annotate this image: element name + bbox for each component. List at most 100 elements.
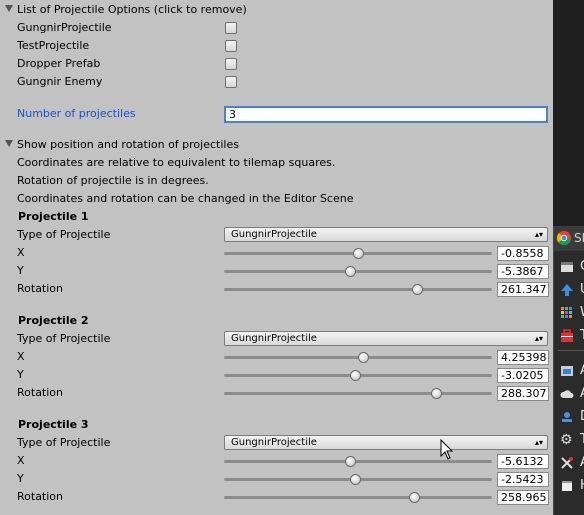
options-header: List of Projectile Options (click to rem…	[17, 3, 247, 16]
slider-thumb[interactable]	[350, 474, 362, 485]
show-header: Show position and rotation of projectile…	[17, 138, 239, 151]
projectile-2-type-dropdown[interactable]: GungnirProjectile ▴▾	[224, 331, 548, 346]
type-of-projectile-label: Type of Projectile	[17, 332, 111, 345]
projectile-1-x-slider[interactable]	[224, 248, 492, 259]
projectile-3-rotation-slider[interactable]	[224, 492, 492, 503]
menu-item-a-3[interactable]: A	[558, 453, 584, 473]
option-label-gungnir-enemy: Gungnir Enemy	[17, 75, 103, 88]
window-icon	[562, 481, 572, 491]
info-coordinates: Coordinates are relative to equivalent t…	[17, 156, 336, 169]
dropdown-value: GungnirProjectile	[231, 437, 317, 448]
options-foldout[interactable]: List of Projectile Options (click to rem…	[5, 3, 247, 16]
y-label: Y	[17, 472, 24, 485]
menu-divider	[558, 350, 584, 351]
tools-icon	[561, 457, 573, 469]
info-rotation: Rotation of projectile is in degrees.	[17, 174, 209, 187]
dropdown-arrows-icon: ▴▾	[534, 334, 543, 343]
slider-thumb[interactable]	[344, 266, 356, 277]
menu-item-a-2[interactable]: A	[558, 384, 584, 404]
slider-thumb[interactable]	[344, 456, 356, 467]
stamp-icon	[562, 412, 572, 422]
slider-thumb[interactable]	[350, 370, 362, 381]
projectile-3-y-slider[interactable]	[224, 474, 492, 485]
inspector-panel: List of Projectile Options (click to rem…	[0, 0, 553, 515]
projectile-2-title: Projectile 2	[18, 314, 89, 327]
projectile-3-y-field[interactable]: -2.5423	[497, 472, 549, 487]
menu-item-label: T	[580, 328, 584, 343]
option-label-dropper-prefab: Dropper Prefab	[17, 57, 101, 70]
slider-thumb[interactable]	[358, 352, 370, 363]
rotation-label: Rotation	[17, 282, 64, 295]
projectile-2-y-field[interactable]: -3.0205	[497, 368, 549, 383]
x-label: X	[17, 350, 25, 363]
projectile-2-x-slider[interactable]	[224, 352, 492, 363]
info-editor-scene: Coordinates and rotation can be changed …	[17, 192, 354, 205]
projectile-2-rotation-slider[interactable]	[224, 388, 492, 399]
menu-top-row[interactable]: SI	[554, 226, 584, 251]
slider-thumb[interactable]	[409, 492, 421, 503]
menu-item-t[interactable]: T	[558, 326, 584, 346]
menu-item-h[interactable]: H	[558, 476, 584, 496]
menu-item-label: A	[580, 363, 584, 378]
checkbox-gungnir-projectile[interactable]	[225, 22, 237, 34]
number-of-projectiles-label: Number of projectiles	[17, 107, 136, 120]
menu-item-label: A	[580, 386, 584, 401]
menu-item-a-1[interactable]: A	[558, 361, 584, 381]
menu-item-label: T	[580, 432, 584, 447]
projectile-1-y-field[interactable]: -5.3867	[497, 264, 549, 279]
menu-item-d[interactable]: D	[558, 407, 584, 427]
projectile-2-x-field[interactable]: 4.25398	[497, 350, 549, 365]
projectile-1-rotation-field[interactable]: 261.347	[497, 282, 549, 297]
number-of-projectiles-input[interactable]: 3	[224, 106, 548, 123]
context-menu: SI G U W T A A D ⚙ T A	[553, 226, 584, 515]
window-icon	[561, 262, 573, 272]
grid-icon	[561, 307, 572, 318]
arrow-up-icon	[561, 284, 573, 296]
projectile-3-x-field[interactable]: -5.6132	[497, 454, 549, 469]
mouse-cursor-icon	[440, 439, 454, 460]
chrome-icon	[556, 231, 571, 246]
y-label: Y	[17, 264, 24, 277]
checkbox-test-projectile[interactable]	[225, 40, 237, 52]
menu-item-u[interactable]: U	[558, 280, 584, 300]
menu-item-t-2[interactable]: ⚙ T	[558, 430, 584, 450]
projectile-2-rotation-field[interactable]: 288.307	[497, 386, 549, 401]
menu-item-label: A	[580, 455, 584, 470]
menu-item-g[interactable]: G	[558, 257, 584, 277]
menu-item-w[interactable]: W	[558, 303, 584, 323]
type-of-projectile-label: Type of Projectile	[17, 228, 111, 241]
projectile-1-x-field[interactable]: -0.8558	[497, 246, 549, 261]
dropdown-value: GungnirProjectile	[231, 333, 317, 344]
foldout-arrow-icon	[5, 140, 13, 147]
projectile-1-title: Projectile 1	[18, 210, 89, 223]
toolbox-icon	[561, 329, 573, 342]
menu-item-label: W	[580, 305, 584, 320]
dropdown-arrows-icon: ▴▾	[534, 438, 543, 447]
menu-item-label: H	[580, 478, 584, 493]
slider-thumb[interactable]	[430, 388, 442, 399]
projectile-2-y-slider[interactable]	[224, 370, 492, 381]
checkbox-dropper-prefab[interactable]	[225, 58, 237, 70]
x-label: X	[17, 246, 25, 259]
dropdown-arrows-icon: ▴▾	[534, 230, 543, 239]
option-label-gungnir-projectile: GungnirProjectile	[17, 21, 112, 34]
slider-thumb[interactable]	[353, 248, 364, 259]
gear-icon: ⚙	[560, 432, 573, 448]
menu-item-label: D	[580, 409, 584, 424]
projectile-1-type-dropdown[interactable]: GungnirProjectile ▴▾	[224, 227, 548, 242]
slider-thumb[interactable]	[411, 284, 423, 295]
menu-item-label: U	[580, 282, 584, 297]
projectile-3-rotation-field[interactable]: 258.965	[497, 490, 549, 505]
y-label: Y	[17, 368, 24, 381]
show-position-foldout[interactable]: Show position and rotation of projectile…	[5, 138, 239, 151]
menu-top-label: SI	[574, 231, 584, 245]
projectile-3-type-dropdown[interactable]: GungnirProjectile ▴▾	[224, 435, 548, 450]
projectile-1-y-slider[interactable]	[224, 266, 492, 277]
projectile-3-title: Projectile 3	[18, 418, 89, 431]
checkbox-gungnir-enemy[interactable]	[225, 76, 237, 88]
projectile-1-rotation-slider[interactable]	[224, 284, 492, 295]
rotation-label: Rotation	[17, 490, 64, 503]
x-label: X	[17, 454, 25, 467]
dropdown-value: GungnirProjectile	[231, 229, 317, 240]
cloud-icon	[560, 390, 574, 398]
